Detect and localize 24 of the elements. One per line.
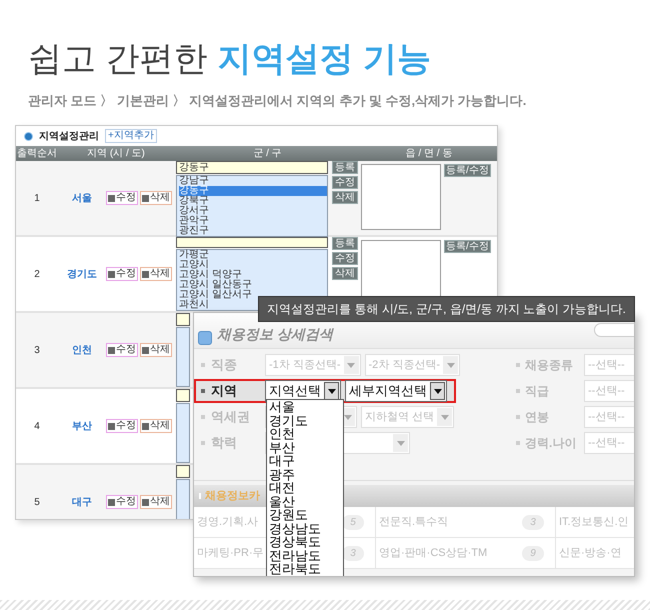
heading-highlight: 지역설정 기능 <box>217 39 431 80</box>
order-number: 2 <box>33 268 41 282</box>
panel-title: 지역설정관리 <box>39 130 99 144</box>
order-number: 1 <box>33 192 41 206</box>
field-label: 역세권 <box>211 408 251 426</box>
field-label: 직급 <box>525 383 550 400</box>
field-label: 학력 <box>211 434 238 452</box>
field-label: 지역 <box>211 382 238 400</box>
field-label: 직종 <box>211 356 238 374</box>
column-header: 읍 / 면 / 동 <box>404 147 454 161</box>
panel-title: 채용정보 상세검색 <box>217 325 333 344</box>
column-header: 지역 (시 / 도) <box>86 147 146 161</box>
subtitle: 관리자 모드 〉 기본관리 〉 지역설정관리에서 지역의 추가 및 수정,삭제가 가능합니다. <box>28 92 526 110</box>
field-label: 연봉 <box>525 409 550 426</box>
column-header: 군 / 구 <box>252 147 283 161</box>
order-number: 5 <box>33 496 41 510</box>
order-number: 4 <box>33 420 41 434</box>
column-header: 출력순서 <box>16 147 58 161</box>
category-title: 채용정보카 <box>205 488 260 504</box>
field-label: 채용종류 <box>525 357 574 374</box>
heading: 쉽고 간편한 <box>28 39 208 80</box>
order-number: 3 <box>33 344 41 358</box>
field-label: 경력.나이 <box>525 435 578 452</box>
tooltip: 지역설정관리를 통해 시/도, 군/구, 읍/면/동 까지 노출이 가능합니다. <box>258 296 635 322</box>
